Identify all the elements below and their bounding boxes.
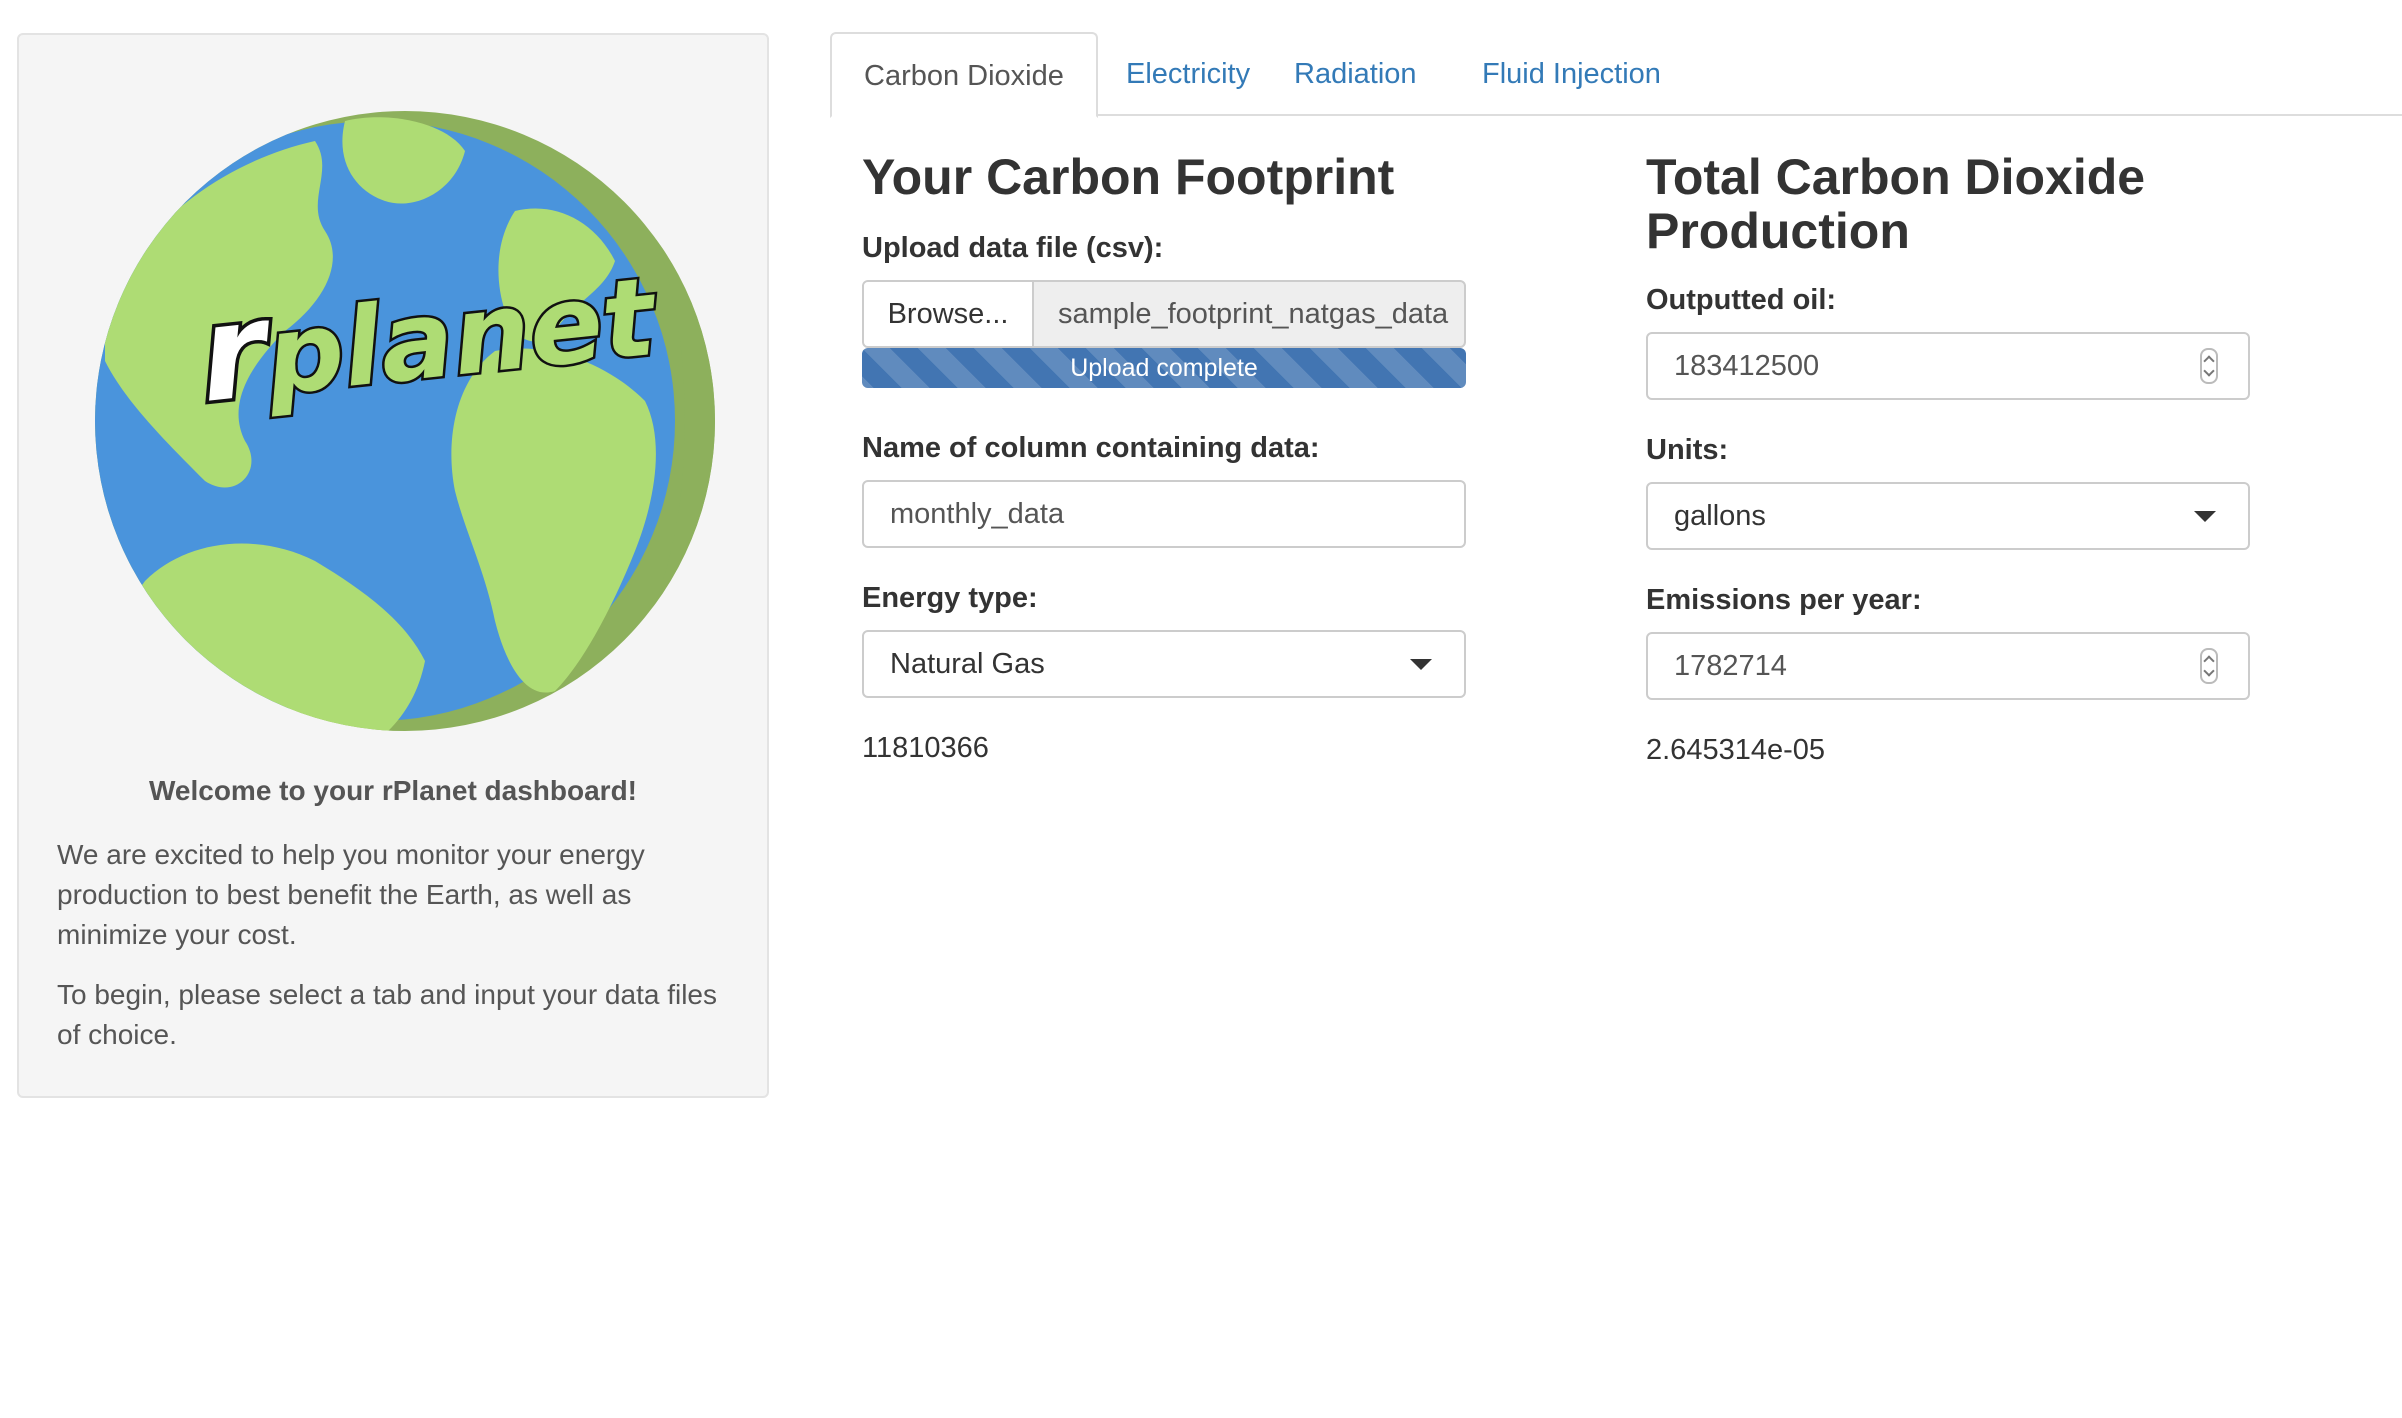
column-name-label: Name of column containing data: — [862, 432, 1320, 464]
tab-radiation[interactable]: Radiation — [1262, 32, 1449, 116]
energy-type-label: Energy type: — [862, 582, 1038, 614]
tab-bar: Carbon Dioxide Electricity Radiation Flu… — [830, 32, 2402, 118]
section-title-production: Total Carbon Dioxide Production — [1646, 149, 2146, 259]
production-result: 2.645314e-05 — [1646, 734, 1825, 766]
energy-type-select[interactable]: Natural Gas — [862, 630, 1466, 698]
tab-electricity[interactable]: Electricity — [1094, 32, 1282, 116]
upload-progress: Upload complete — [862, 348, 1466, 388]
uploaded-file-name: sample_footprint_natgas_data — [1058, 298, 1449, 330]
browse-button[interactable]: Browse... — [864, 282, 1034, 346]
emissions-input[interactable]: 1782714 — [1646, 632, 2250, 700]
tab-fluid-injection[interactable]: Fluid Injection — [1450, 32, 1693, 116]
section-title-footprint: Your Carbon Footprint — [862, 149, 1395, 205]
rplanet-logo: r planet — [85, 101, 725, 741]
tab-carbon-dioxide[interactable]: Carbon Dioxide — [830, 32, 1098, 118]
instructions-paragraph: To begin, please select a tab and input … — [57, 979, 717, 1050]
energy-type-value: Natural Gas — [890, 648, 1045, 680]
upload-progress-bar: Upload complete — [862, 348, 1466, 388]
oil-value: 183412500 — [1674, 350, 1820, 382]
upload-label: Upload data file (csv): — [862, 232, 1164, 264]
welcome-title: Welcome to your rPlanet dashboard! — [148, 775, 638, 806]
units-value: gallons — [1674, 500, 1766, 532]
oil-label: Outputted oil: — [1646, 284, 1837, 316]
co2-production-section: Total Carbon Dioxide Production Outputte… — [1646, 149, 2250, 766]
oil-input[interactable]: 183412500 — [1646, 332, 2250, 400]
number-spinner-icon[interactable] — [2200, 348, 2218, 384]
sidebar-panel: r planet Welcome to your rPlanet dashboa… — [17, 33, 769, 1098]
chevron-down-icon — [2194, 511, 2216, 522]
units-label: Units: — [1646, 434, 1729, 466]
footprint-result: 11810366 — [862, 732, 989, 764]
number-spinner-icon[interactable] — [2200, 648, 2218, 684]
column-name-input[interactable]: monthly_data — [862, 480, 1466, 548]
file-upload-input: Browse... sample_footprint_natgas_data — [862, 280, 1466, 348]
carbon-footprint-section: Your Carbon Footprint Upload data file (… — [862, 149, 1466, 764]
chevron-down-icon — [1410, 659, 1432, 670]
intro-paragraph: We are excited to help you monitor your … — [57, 839, 645, 950]
units-select[interactable]: gallons — [1646, 482, 2250, 550]
emissions-label: Emissions per year: — [1646, 584, 1922, 616]
globe-icon: r planet — [95, 111, 715, 731]
emissions-value: 1782714 — [1674, 650, 1787, 682]
